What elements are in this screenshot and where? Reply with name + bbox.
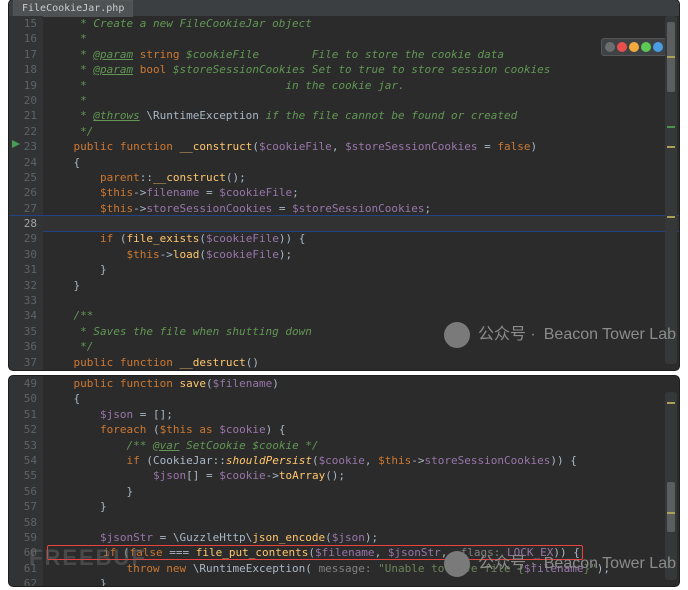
- code-line[interactable]: 17 * @param string $cookieFile File to s…: [9, 47, 679, 62]
- line-number: 17: [9, 47, 43, 62]
- code-line[interactable]: 51 $json = [];: [9, 407, 679, 422]
- inspection-buttons[interactable]: [601, 38, 667, 56]
- line-number: 36: [9, 339, 43, 354]
- code-line[interactable]: 57 }: [9, 499, 679, 514]
- line-number: 28: [9, 216, 43, 231]
- line-number: 30: [9, 247, 43, 262]
- code-line[interactable]: 54 if (CookieJar::shouldPersist($cookie,…: [9, 453, 679, 468]
- code-line[interactable]: 36 */: [9, 339, 679, 354]
- code-line[interactable]: 53 /** @var SetCookie $cookie */: [9, 438, 679, 453]
- scrollbar-top[interactable]: [665, 16, 677, 364]
- line-number: 26: [9, 185, 43, 200]
- code-line[interactable]: 55 $json[] = $cookie->toArray();: [9, 468, 679, 483]
- line-number: 62: [9, 576, 43, 586]
- code-line[interactable]: 18 * @param bool $storeSessionCookies Se…: [9, 62, 679, 77]
- scrollbar-bottom[interactable]: [665, 392, 677, 580]
- code-area-top[interactable]: 15 * Create a new FileCookieJar object16…: [9, 16, 679, 370]
- code-line[interactable]: 58: [9, 515, 679, 530]
- line-number: 31: [9, 262, 43, 277]
- line-number: 18: [9, 62, 43, 77]
- line-number: 23: [9, 139, 43, 154]
- code-line[interactable]: 32 }: [9, 278, 679, 293]
- line-number: 32: [9, 278, 43, 293]
- code-line[interactable]: 30 $this->load($cookieFile);: [9, 247, 679, 262]
- scroll-thumb[interactable]: [667, 482, 675, 532]
- editor-panel-top: FileCookieJar.php 15 * Create a new File…: [9, 0, 679, 370]
- line-number: 16: [9, 31, 43, 46]
- line-number: 55: [9, 468, 43, 483]
- line-number: 29: [9, 231, 43, 246]
- line-number: 24: [9, 155, 43, 170]
- line-number: 50: [9, 391, 43, 406]
- code-line[interactable]: 49 public function save($filename): [9, 376, 679, 391]
- line-number: 34: [9, 308, 43, 323]
- line-number: 49: [9, 376, 43, 391]
- line-number: 22: [9, 124, 43, 139]
- code-line[interactable]: 37 public function __destruct(): [9, 355, 679, 370]
- line-number: 33: [9, 293, 43, 308]
- code-line[interactable]: 20 *: [9, 93, 679, 108]
- titlebar: FileCookieJar.php: [9, 0, 679, 16]
- code-line[interactable]: 21 * @throws \RuntimeException if the fi…: [9, 108, 679, 123]
- line-number: 37: [9, 355, 43, 370]
- line-number: 20: [9, 93, 43, 108]
- freebuf-watermark: FREEBUF: [29, 543, 147, 574]
- code-line[interactable]: 25 parent::__construct();: [9, 170, 679, 185]
- editor-panel-bottom: 49 public function save($filename)50 {51…: [9, 376, 679, 586]
- line-number: 54: [9, 453, 43, 468]
- code-line[interactable]: 34 /**: [9, 308, 679, 323]
- code-line[interactable]: 62 }: [9, 576, 679, 586]
- line-number: 52: [9, 422, 43, 437]
- run-icon[interactable]: [11, 139, 21, 149]
- code-line[interactable]: 56 }: [9, 484, 679, 499]
- line-number: 53: [9, 438, 43, 453]
- code-line[interactable]: 27 $this->storeSessionCookies = $storeSe…: [9, 201, 679, 216]
- line-number: 58: [9, 515, 43, 530]
- code-line[interactable]: 31 }: [9, 262, 679, 277]
- code-line[interactable]: 52 foreach ($this as $cookie) {: [9, 422, 679, 437]
- code-line[interactable]: 16 *: [9, 31, 679, 46]
- line-number: 19: [9, 78, 43, 93]
- file-tab[interactable]: FileCookieJar.php: [13, 0, 133, 17]
- line-number: 25: [9, 170, 43, 185]
- line-number: 21: [9, 108, 43, 123]
- code-line[interactable]: 26 $this->filename = $cookieFile;: [9, 185, 679, 200]
- code-line[interactable]: 19 * in the cookie jar.: [9, 78, 679, 93]
- line-number: 35: [9, 324, 43, 339]
- code-line[interactable]: 15 * Create a new FileCookieJar object: [9, 16, 679, 31]
- code-line[interactable]: 50 {: [9, 391, 679, 406]
- line-number: 57: [9, 499, 43, 514]
- line-number: 56: [9, 484, 43, 499]
- line-number: 27: [9, 201, 43, 216]
- code-line[interactable]: 33: [9, 293, 679, 308]
- line-number: 51: [9, 407, 43, 422]
- code-line[interactable]: 35 * Saves the file when shutting down: [9, 324, 679, 339]
- code-line[interactable]: 22 */: [9, 124, 679, 139]
- code-line[interactable]: 24 {: [9, 155, 679, 170]
- code-line[interactable]: 23 public function __construct($cookieFi…: [9, 139, 679, 154]
- code-line[interactable]: 29 if (file_exists($cookieFile)) {: [9, 231, 679, 246]
- code-line[interactable]: 28: [9, 216, 679, 231]
- line-number: 15: [9, 16, 43, 31]
